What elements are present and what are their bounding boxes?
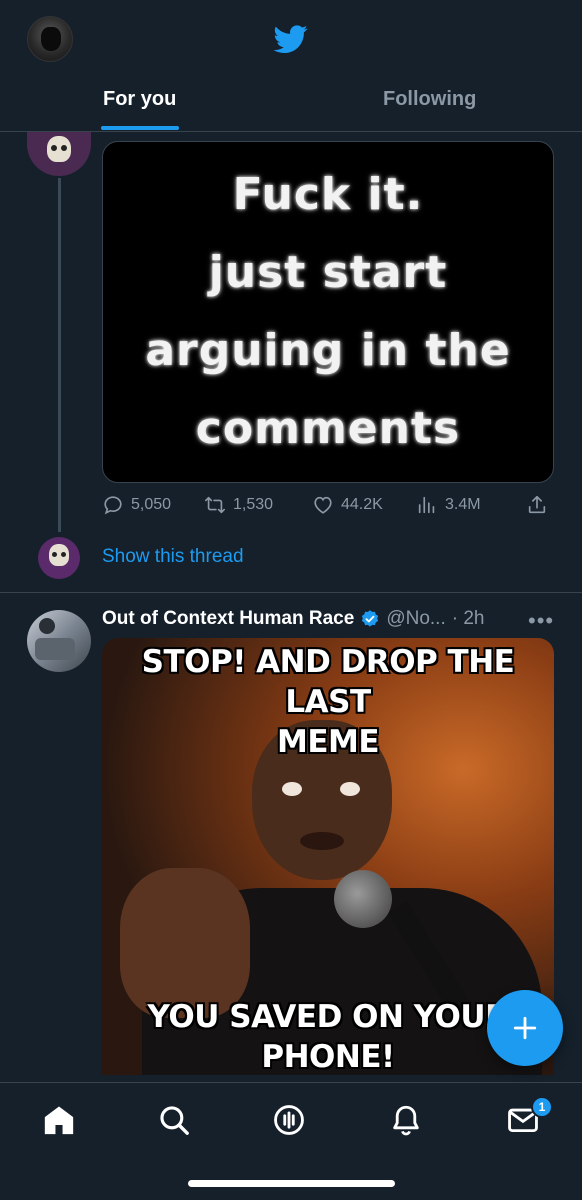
post-divider (0, 592, 582, 593)
top-header: For you Following (0, 0, 582, 132)
show-thread-link[interactable]: Show this thread (102, 546, 244, 568)
post-author-handle[interactable]: @No... (386, 608, 445, 630)
twitter-bird-icon[interactable] (271, 22, 311, 56)
tab-for-you[interactable]: For you (103, 88, 176, 111)
post-image-bottom-text: YOU SAVED ON YOUR PHONE! (147, 999, 509, 1075)
home-icon[interactable] (42, 1103, 76, 1137)
thread-post-image-text: Fuck it. just start arguing in the comme… (145, 169, 511, 454)
share-icon (528, 495, 546, 514)
views-count: 3.4M (445, 496, 481, 513)
meme-person-hand (120, 868, 250, 1018)
post-header: Out of Context Human Race @No... · 2h (102, 608, 484, 630)
post-author-avatar[interactable] (27, 610, 91, 672)
compose-tweet-button[interactable] (487, 990, 563, 1066)
post-author-name[interactable]: Out of Context Human Race (102, 608, 354, 630)
like-count: 44.2K (341, 496, 383, 513)
thread-connector-line (58, 178, 61, 532)
heart-icon (314, 496, 332, 514)
retweet-button[interactable]: 1,530 (204, 494, 273, 516)
reply-button[interactable]: 5,050 (102, 494, 171, 516)
thread-small-avatar[interactable] (38, 537, 80, 579)
verified-badge-icon (360, 609, 380, 629)
views-icon (418, 496, 435, 514)
microphone-icon (334, 870, 392, 928)
share-button[interactable] (526, 494, 548, 516)
plus-icon (513, 1016, 537, 1040)
thread-author-avatar[interactable] (27, 132, 91, 176)
more-options-button[interactable]: ••• (528, 608, 554, 634)
notifications-icon[interactable] (389, 1103, 423, 1137)
retweet-icon (205, 496, 225, 514)
active-tab-indicator (101, 126, 179, 130)
spaces-icon[interactable] (272, 1103, 306, 1137)
profile-avatar[interactable] (27, 16, 73, 62)
skull-icon (49, 544, 69, 566)
like-button[interactable]: 44.2K (312, 494, 383, 516)
home-indicator (188, 1180, 395, 1187)
skull-icon (47, 136, 71, 162)
tab-following[interactable]: Following (383, 88, 476, 111)
post-image[interactable]: STOP! AND DROP THE LAST MEME YOU SAVED O… (102, 638, 554, 1075)
thread-post-actions: 5,050 1,530 44.2K 3.4M (102, 494, 554, 522)
reply-icon (104, 496, 122, 515)
post-image-top-text: STOP! AND DROP THE LAST MEME (141, 644, 515, 760)
retweet-count: 1,530 (233, 496, 274, 513)
thread-post-image[interactable]: Fuck it. just start arguing in the comme… (102, 141, 554, 483)
reply-count: 5,050 (131, 496, 172, 513)
views-button[interactable]: 3.4M (416, 494, 481, 516)
search-icon[interactable] (157, 1103, 191, 1137)
messages-badge: 1 (531, 1096, 553, 1118)
post-timestamp: · 2h (451, 608, 485, 629)
